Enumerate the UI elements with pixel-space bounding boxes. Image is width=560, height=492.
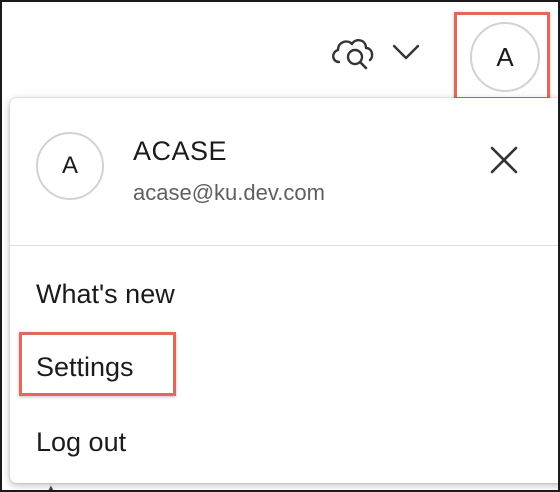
app-frame: A ▲ ▬▬▬ ▬▬▬▬ ▬ A ACASE acase@ku.dev.com …: [0, 0, 560, 492]
close-button[interactable]: [480, 138, 528, 186]
cloud-search-button[interactable]: [328, 32, 378, 76]
avatar: A: [36, 132, 104, 200]
account-menu: A ACASE acase@ku.dev.com What's new Sett…: [10, 98, 558, 483]
account-menu-header: A ACASE acase@ku.dev.com: [10, 98, 558, 246]
account-avatar-button[interactable]: A: [470, 22, 540, 92]
close-icon: [489, 145, 519, 180]
account-dropdown-button[interactable]: [388, 38, 424, 70]
user-name: ACASE: [133, 136, 228, 166]
menu-item-settings[interactable]: Settings: [36, 352, 134, 383]
menu-item-log-out[interactable]: Log out: [36, 427, 126, 458]
cloud-search-icon: [329, 32, 377, 77]
chevron-down-icon: [391, 42, 421, 67]
user-email: acase@ku.dev.com: [133, 180, 325, 205]
menu-item-whats-new[interactable]: What's new: [36, 279, 175, 310]
avatar-initial: A: [61, 152, 78, 179]
avatar-initial: A: [496, 41, 514, 72]
